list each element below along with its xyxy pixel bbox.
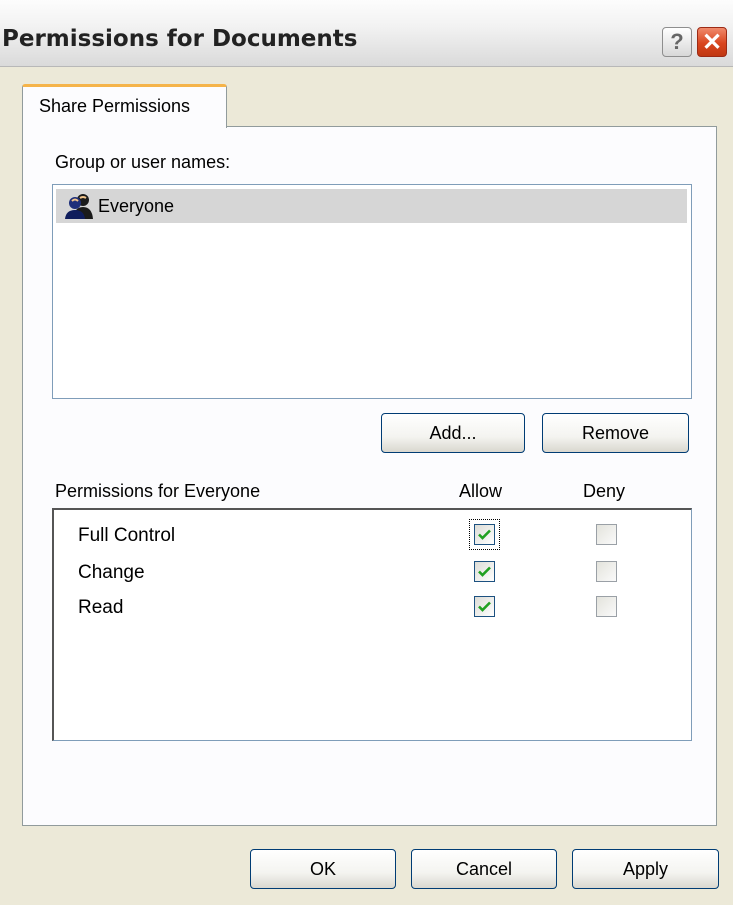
check-icon [478, 601, 491, 612]
group-names-label: Group or user names: [55, 152, 231, 172]
permissions-for-label: Permissions for Everyone [55, 481, 261, 501]
title-bar: Permissions for Documents ? ✕ [0, 0, 733, 67]
deny-column-header: Deny [583, 481, 626, 501]
users-group-icon [65, 194, 93, 219]
help-button[interactable]: ? [662, 27, 692, 57]
allow-checkbox[interactable] [474, 561, 495, 582]
permission-name: Read [78, 597, 124, 618]
allow-column-header: Allow [459, 481, 503, 501]
list-item-label: Everyone [98, 195, 175, 216]
window-title: Permissions for Documents [2, 26, 358, 52]
check-icon [478, 529, 491, 540]
deny-checkbox[interactable] [596, 561, 617, 582]
remove-button[interactable]: Remove [542, 413, 689, 453]
permission-row-change: Change [78, 560, 638, 586]
question-mark-icon: ? [670, 29, 684, 54]
group-user-listbox[interactable]: Everyone [52, 184, 692, 399]
close-button[interactable]: ✕ [697, 27, 727, 57]
apply-button[interactable]: Apply [572, 849, 719, 889]
list-item-everyone[interactable]: Everyone [56, 189, 687, 223]
check-icon [478, 566, 491, 577]
deny-checkbox[interactable] [596, 596, 617, 617]
close-icon: ✕ [701, 28, 723, 56]
permission-row-read: Read [78, 595, 638, 621]
permission-name: Change [78, 562, 145, 583]
tab-label: Share Permissions [39, 96, 191, 116]
tab-share-permissions[interactable]: Share Permissions [22, 84, 227, 128]
add-button[interactable]: Add... [381, 413, 525, 453]
permission-row-full-control: Full Control [78, 519, 638, 550]
ok-button[interactable]: OK [250, 849, 396, 889]
permission-name: Full Control [78, 525, 176, 546]
allow-checkbox[interactable] [474, 524, 495, 545]
allow-checkbox[interactable] [474, 596, 495, 617]
deny-checkbox[interactable] [596, 524, 617, 545]
cancel-button[interactable]: Cancel [411, 849, 557, 889]
